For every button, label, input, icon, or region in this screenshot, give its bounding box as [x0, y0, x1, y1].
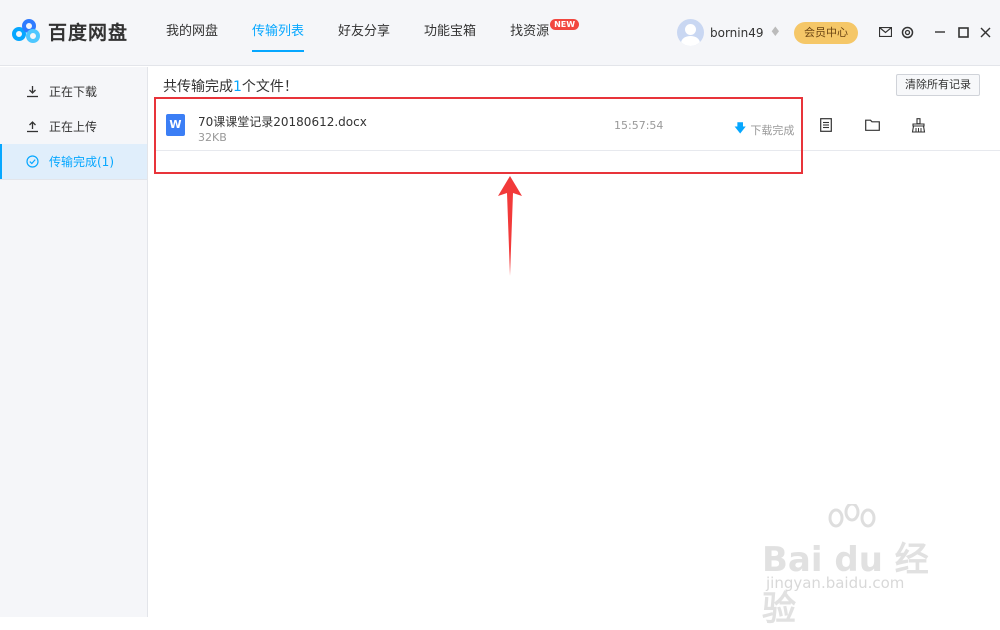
title-bar: 百度网盘 我的网盘 传输列表 好友分享 功能宝箱 找资源 NEW bornin4… — [0, 0, 1000, 66]
sidebar: 正在下载 正在上传 传输完成(1) — [0, 67, 148, 617]
tab-find-resources-label: 找资源 — [510, 24, 550, 39]
transfer-summary: 共传输完成1个文件！ — [163, 76, 298, 96]
highlight-box — [154, 97, 803, 174]
sidebar-item-uploading[interactable]: 正在上传 — [0, 109, 147, 144]
close-icon[interactable] — [977, 24, 993, 40]
download-icon — [25, 85, 39, 99]
avatar[interactable] — [677, 19, 704, 46]
upload-icon — [25, 120, 39, 134]
app-logo: 百度网盘 — [12, 18, 128, 45]
sidebar-item-label: 正在下载 — [49, 85, 98, 99]
open-file-icon[interactable] — [818, 117, 834, 133]
maximize-icon[interactable] — [955, 24, 971, 40]
sidebar-divider — [0, 179, 147, 180]
summary-count: 1 — [233, 79, 242, 95]
minimize-icon[interactable] — [932, 24, 948, 40]
tab-friend-share[interactable]: 好友分享 — [338, 0, 390, 66]
sidebar-item-label: 正在上传 — [49, 120, 98, 134]
red-arrow-annotation — [498, 176, 522, 276]
clear-record-broom-icon[interactable] — [910, 117, 926, 133]
check-circle-icon — [25, 155, 39, 169]
new-badge: NEW — [550, 19, 580, 30]
diamond-icon: ♦ — [769, 24, 782, 40]
baidu-jingyan-watermark: Bai du 经验 jingyan.baidu.com — [762, 504, 962, 629]
summary-prefix: 共传输完成 — [163, 79, 233, 95]
app-title: 百度网盘 — [48, 22, 129, 44]
sidebar-item-completed[interactable]: 传输完成(1) — [0, 144, 147, 179]
clear-all-records-button[interactable]: 清除所有记录 — [896, 74, 980, 96]
main-nav: 我的网盘 传输列表 好友分享 功能宝箱 找资源 NEW — [166, 0, 583, 66]
settings-gear-icon[interactable] — [899, 24, 915, 40]
username[interactable]: bornin49 — [710, 26, 764, 40]
sidebar-item-downloading[interactable]: 正在下载 — [0, 74, 147, 109]
summary-suffix: 个文件！ — [241, 79, 298, 95]
sidebar-item-label: 传输完成(1) — [49, 155, 114, 169]
vip-center-button[interactable]: 会员中心 — [794, 22, 858, 44]
tab-my-disk[interactable]: 我的网盘 — [166, 0, 218, 66]
user-info[interactable]: bornin49 ♦ — [677, 19, 784, 46]
watermark-url: jingyan.baidu.com — [766, 574, 905, 592]
tab-transfer-list[interactable]: 传输列表 — [252, 0, 305, 66]
folder-icon[interactable] — [864, 117, 880, 133]
cloud-logo-icon — [12, 18, 42, 45]
tab-toolbox[interactable]: 功能宝箱 — [424, 0, 476, 66]
tab-find-resources[interactable]: 找资源 NEW — [510, 0, 580, 66]
mail-icon[interactable] — [877, 24, 893, 40]
